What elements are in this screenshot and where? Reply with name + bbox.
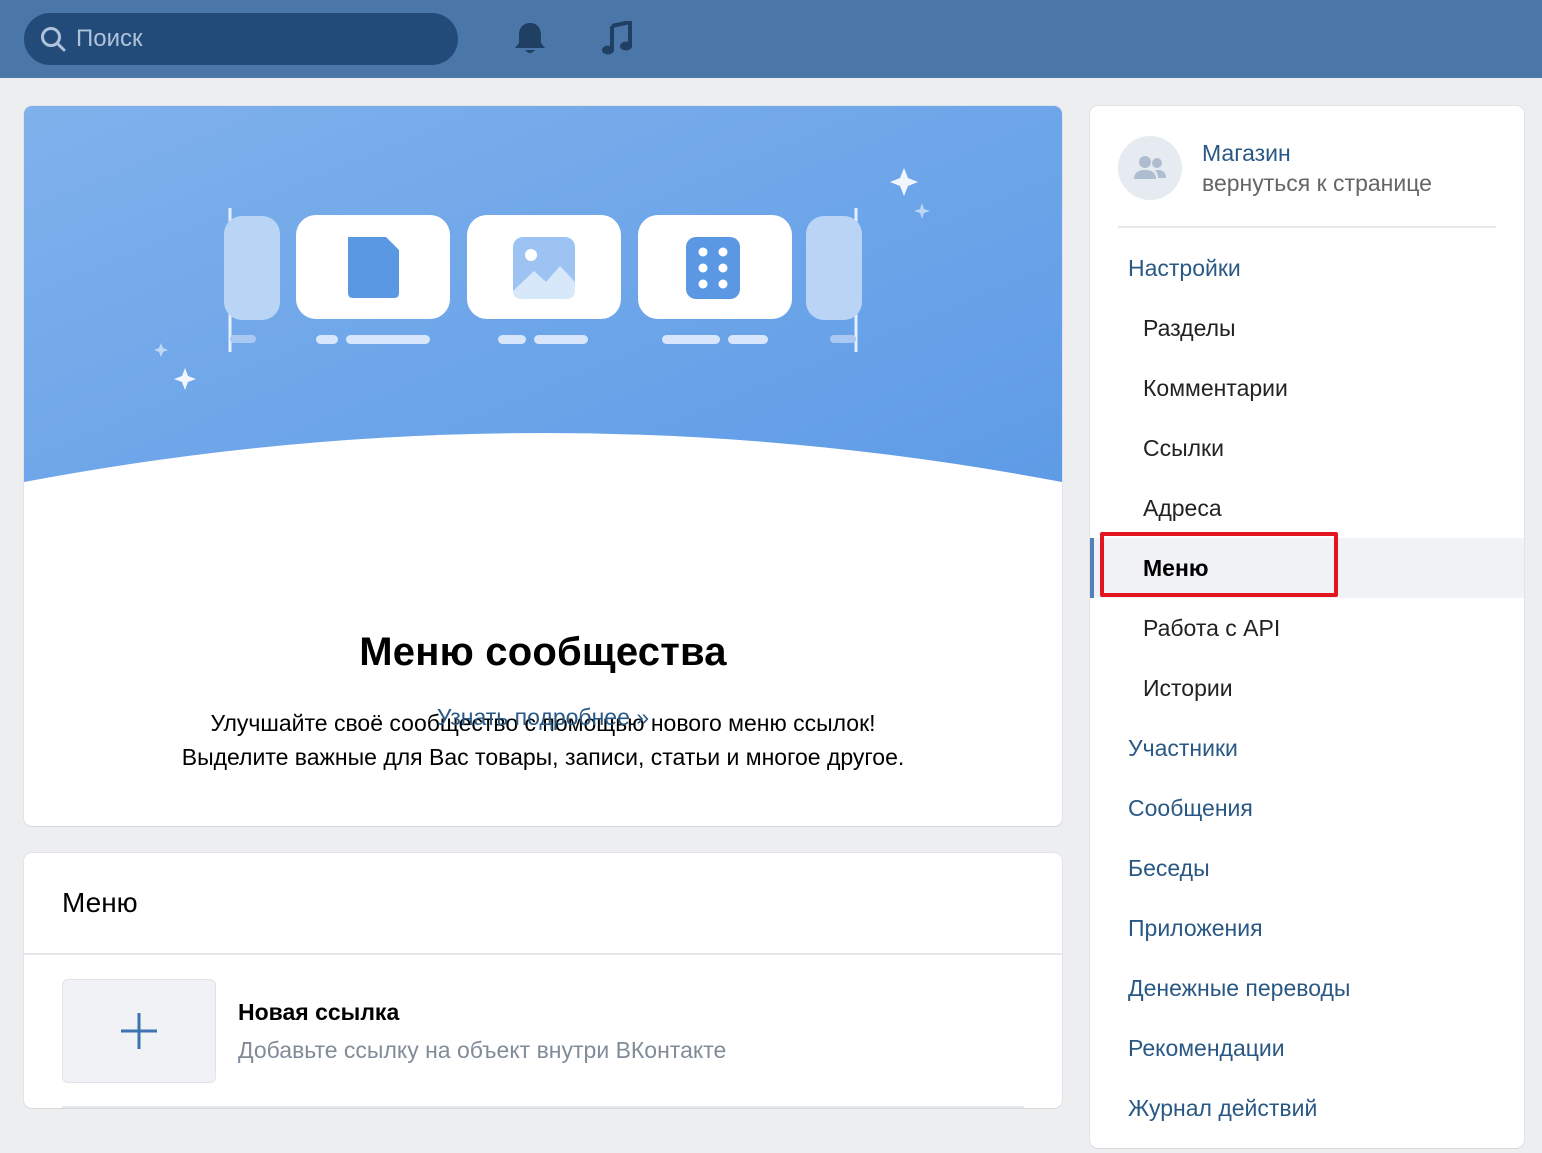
- plus-icon: [121, 1013, 157, 1049]
- community-menu-promo-card: Меню сообщества Улучшайте своё сообществ…: [24, 106, 1062, 826]
- new-link-subtitle: Добавьте ссылку на объект внутри ВКонтак…: [238, 1037, 727, 1063]
- music-icon[interactable]: [596, 18, 638, 60]
- sidebar-item-members[interactable]: Участники: [1090, 718, 1524, 778]
- sidebar-item-money-transfers[interactable]: Денежные переводы: [1090, 958, 1524, 1018]
- top-bar: [0, 0, 1542, 78]
- menu-card-header: Меню: [24, 853, 1062, 955]
- new-link-title: Новая ссылка: [238, 999, 400, 1025]
- sidebar-item-comments[interactable]: Комментарии: [1090, 358, 1524, 418]
- sidebar-item-api[interactable]: Работа с API: [1090, 598, 1524, 658]
- new-link-item[interactable]: Новая ссылка Добавьте ссылку на объект в…: [62, 979, 1024, 1083]
- divider: [1118, 226, 1496, 228]
- search-input[interactable]: [76, 25, 436, 53]
- sidebar-item-links[interactable]: Ссылки: [1090, 418, 1524, 478]
- menu-card-title: Меню: [62, 887, 138, 918]
- sidebar-item-apps[interactable]: Приложения: [1090, 898, 1524, 958]
- back-to-page-link[interactable]: вернуться к странице: [1202, 170, 1432, 197]
- group-back-link[interactable]: Магазин вернуться к странице: [1118, 132, 1498, 226]
- sidebar-item-sections[interactable]: Разделы: [1090, 298, 1524, 358]
- sidebar-item-menu[interactable]: Меню: [1090, 538, 1524, 598]
- settings-sidebar: Магазин вернуться к странице Настройки Р…: [1090, 106, 1524, 1148]
- sidebar-item-settings[interactable]: Настройки: [1090, 238, 1524, 298]
- hero-description-line: Выделите важные для Вас товары, записи, …: [181, 744, 905, 770]
- hero-title: Меню сообщества: [359, 630, 727, 674]
- search-field[interactable]: [24, 13, 458, 65]
- sidebar-item-messages[interactable]: Сообщения: [1090, 778, 1524, 838]
- sidebar-item-addresses[interactable]: Адреса: [1090, 478, 1524, 538]
- sidebar-item-recommendations[interactable]: Рекомендации: [1090, 1018, 1524, 1078]
- sidebar-item-stories[interactable]: Истории: [1090, 658, 1524, 718]
- sidebar-item-chats[interactable]: Беседы: [1090, 838, 1524, 898]
- learn-more-link[interactable]: Узнать подробнее »: [24, 704, 1062, 731]
- search-icon: [38, 24, 68, 54]
- users-icon: [1134, 156, 1166, 179]
- avatar: [1118, 136, 1182, 200]
- add-link-button[interactable]: [62, 979, 216, 1083]
- menu-links-card: Меню Новая ссылка Добавьте ссылку на объ…: [24, 853, 1062, 1108]
- sidebar-item-action-log[interactable]: Журнал действий: [1090, 1078, 1524, 1138]
- hero-illustration: [24, 106, 1062, 536]
- divider: [62, 1106, 1024, 1108]
- group-name[interactable]: Магазин: [1202, 140, 1291, 167]
- bell-icon[interactable]: [509, 18, 551, 60]
